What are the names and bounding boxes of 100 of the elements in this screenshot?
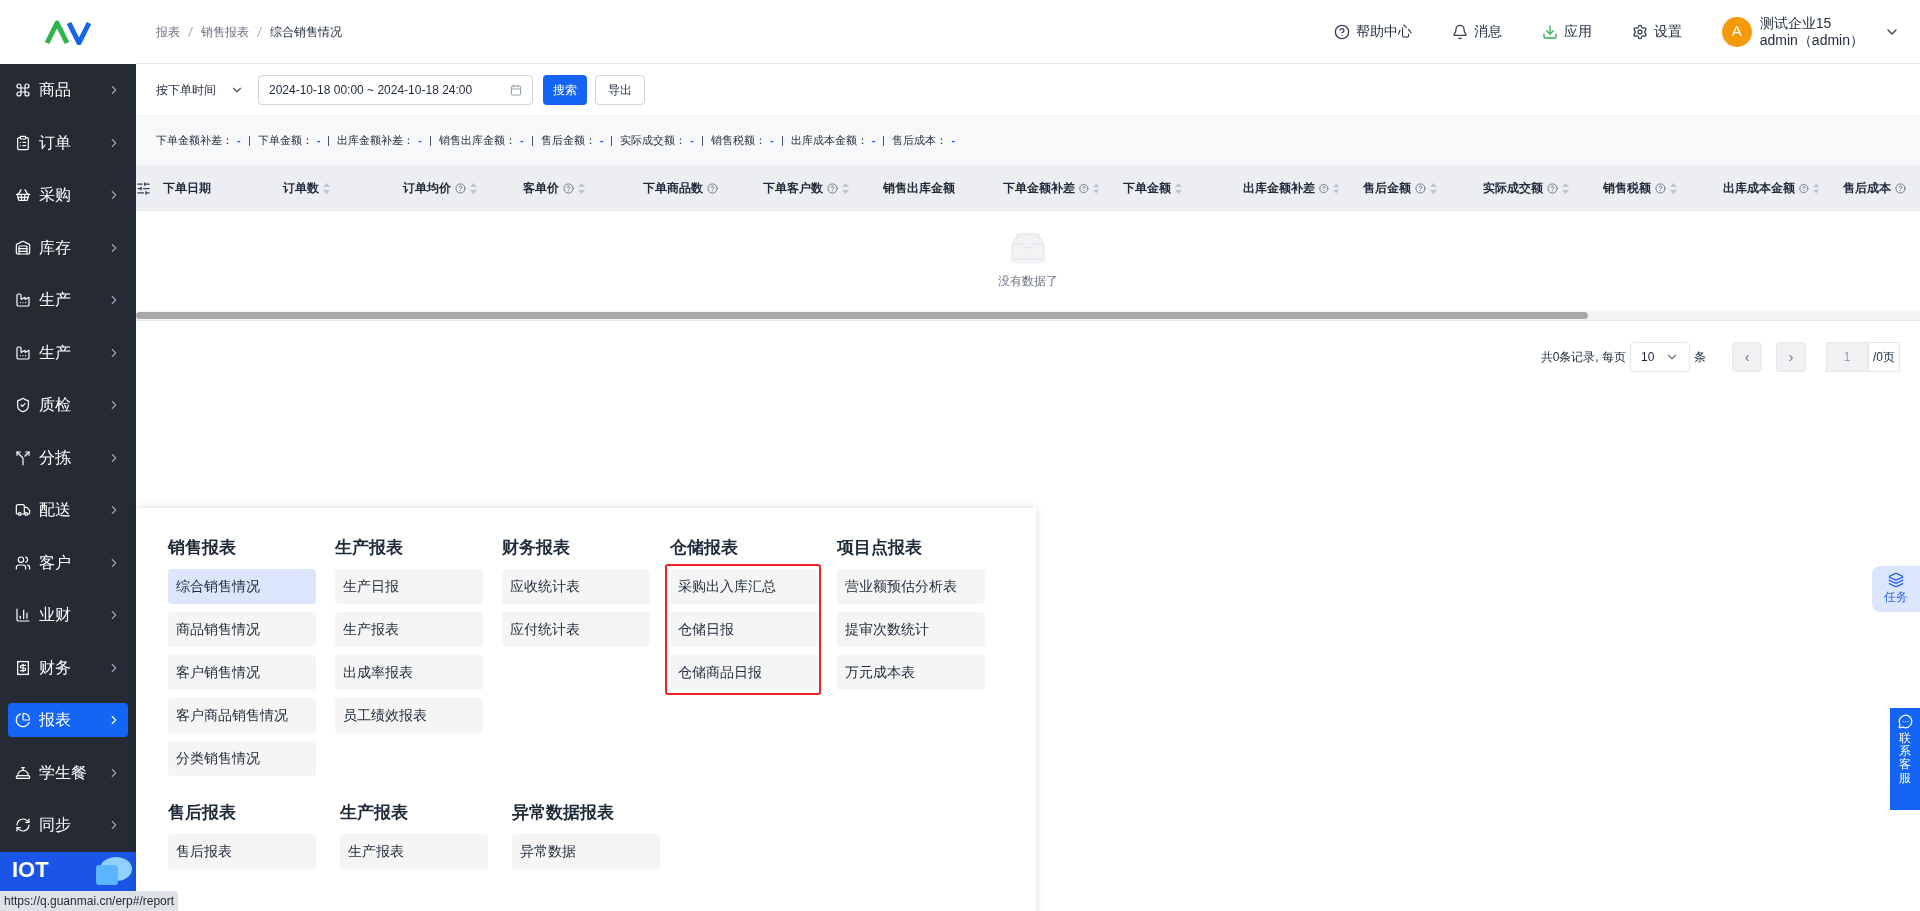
report-link[interactable]: 分类销售情况: [168, 741, 316, 776]
search-button[interactable]: 搜索: [543, 74, 587, 105]
report-link[interactable]: 异常数据: [512, 834, 660, 869]
column-header[interactable]: 下单商品数: [631, 179, 751, 197]
column-header[interactable]: 下单客户数: [751, 179, 871, 197]
empty-message: 没有数据了: [998, 273, 1058, 290]
column-header[interactable]: 实际成交额: [1471, 179, 1591, 197]
column-header[interactable]: 下单金额补差: [991, 179, 1111, 197]
report-link[interactable]: 客户销售情况: [168, 655, 316, 690]
help-icon: [1319, 182, 1329, 194]
column-header[interactable]: 客单价: [511, 179, 631, 197]
report-link[interactable]: 仓储商品日报: [669, 655, 818, 690]
sidebar-item[interactable]: 同步: [8, 808, 128, 843]
report-link[interactable]: 采购出入库汇总: [669, 569, 818, 604]
sidebar-item[interactable]: 学生餐: [8, 755, 128, 790]
header-action[interactable]: 帮助中心: [1333, 21, 1412, 42]
bell-icon: [15, 764, 31, 781]
section-title: 销售报表: [168, 537, 237, 557]
breadcrumb-link[interactable]: 综合销售情况: [270, 22, 342, 41]
help-icon: [455, 182, 466, 194]
task-button[interactable]: 任务: [1872, 566, 1920, 612]
report-link[interactable]: 应付统计表: [502, 612, 651, 647]
header-action[interactable]: 应用: [1541, 21, 1592, 42]
export-button[interactable]: 导出: [595, 74, 645, 105]
report-link[interactable]: 生产日报: [335, 569, 484, 604]
sidebar-item[interactable]: 生产: [8, 335, 128, 370]
sidebar-item[interactable]: 生产: [8, 283, 128, 318]
column-header[interactable]: 售后成本: [1831, 179, 1920, 197]
download-icon: [1541, 23, 1558, 40]
column-header[interactable]: 出库成本金额: [1711, 179, 1831, 197]
date-range-field[interactable]: 2024-10-18 00:00 ~ 2024-10-18 24:00: [258, 74, 533, 105]
column-header[interactable]: 下单金额: [1111, 179, 1231, 197]
customer-service-button[interactable]: 联系客服: [1890, 708, 1920, 810]
sidebar-item[interactable]: 配送: [8, 493, 128, 528]
sidebar-item[interactable]: 报表: [8, 703, 128, 738]
report-link[interactable]: 客户商品销售情况: [168, 698, 316, 733]
help-icon: [563, 182, 574, 194]
sidebar-item[interactable]: 客户: [8, 545, 128, 580]
section-title: 生产报表: [340, 802, 409, 822]
horizontal-scrollbar[interactable]: [136, 312, 1588, 319]
stat-value: -: [237, 133, 241, 149]
logo-icon: [45, 19, 91, 45]
sidebar-item[interactable]: 采购: [8, 178, 128, 213]
report-link[interactable]: 商品销售情况: [168, 612, 316, 647]
report-link[interactable]: 售后报表: [168, 834, 316, 869]
help-icon: [827, 182, 838, 194]
stat-label: 出库金额补差：: [337, 133, 415, 149]
sort-icon: [1670, 182, 1677, 194]
column-header[interactable]: 订单数: [271, 179, 391, 197]
report-link[interactable]: 生产报表: [340, 834, 488, 869]
sort-icon: [578, 182, 585, 194]
factory-icon: [15, 292, 31, 309]
layers-icon: [1888, 572, 1904, 588]
column-header[interactable]: 售后金额: [1351, 179, 1471, 197]
sort-icon: [1430, 182, 1437, 194]
column-header[interactable]: 销售出库金额: [871, 179, 991, 197]
time-type-select[interactable]: 按下单时间: [156, 80, 250, 99]
truck-icon: [15, 502, 31, 519]
column-header[interactable]: 出库金额补差: [1231, 179, 1351, 197]
total-records: 共0条记录, 每页: [1540, 349, 1626, 366]
column-header[interactable]: 下单日期: [151, 179, 271, 197]
report-link[interactable]: 员工绩效报表: [335, 698, 484, 733]
settings-icon: [1631, 23, 1648, 40]
report-link[interactable]: 出成率报表: [335, 655, 484, 690]
report-link[interactable]: 提审次数统计: [836, 612, 985, 647]
page-count: /0页: [1868, 342, 1900, 372]
sidebar-item[interactable]: 商品: [8, 73, 128, 108]
calendar-icon: [510, 83, 522, 96]
page-size-select[interactable]: 10: [1630, 342, 1690, 372]
stat-label: 下单金额：: [257, 133, 313, 149]
header-action[interactable]: 消息: [1451, 21, 1502, 42]
sort-icon: [842, 182, 849, 194]
report-link[interactable]: 仓储日报: [669, 612, 818, 647]
sidebar-item[interactable]: 分拣: [8, 440, 128, 475]
sidebar-item[interactable]: 质检: [8, 388, 128, 423]
prev-page-button[interactable]: ‹: [1732, 342, 1762, 372]
iot-banner-title[interactable]: IOT: [12, 856, 49, 883]
breadcrumb-link[interactable]: 销售报表: [201, 22, 249, 41]
help-icon: [1655, 182, 1666, 194]
sidebar-item[interactable]: 订单: [8, 125, 128, 160]
help-icon: [1547, 182, 1558, 194]
sidebar-item[interactable]: 业财: [8, 598, 128, 633]
report-link[interactable]: 营业额预估分析表: [836, 569, 985, 604]
sidebar-item[interactable]: 库存: [8, 230, 128, 265]
report-link[interactable]: 应收统计表: [502, 569, 651, 604]
shield-icon: [15, 397, 31, 414]
next-page-button[interactable]: ›: [1776, 342, 1806, 372]
report-link[interactable]: 万元成本表: [836, 655, 985, 690]
header-action[interactable]: 设置: [1631, 21, 1682, 42]
column-header[interactable]: 订单均价: [391, 179, 511, 197]
stat-value: -: [599, 133, 604, 149]
stat-label: 出库成本金额：: [790, 133, 868, 149]
stat-label: 销售出库金额：: [439, 133, 516, 149]
column-settings-icon[interactable]: [136, 180, 151, 196]
report-link[interactable]: 生产报表: [335, 612, 484, 647]
stat-label: 销售税额：: [711, 133, 767, 149]
sidebar-item[interactable]: 财务: [8, 650, 128, 685]
breadcrumb-link[interactable]: 报表: [156, 22, 180, 41]
report-link[interactable]: 综合销售情况: [168, 569, 316, 604]
column-header[interactable]: 销售税额: [1591, 179, 1711, 197]
